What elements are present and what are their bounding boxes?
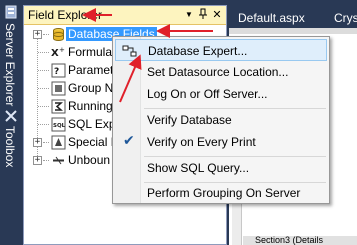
svg-text:?: ? — [54, 67, 59, 77]
tree-connector — [43, 34, 49, 35]
ruler — [229, 28, 357, 34]
tree-connector — [38, 124, 49, 125]
pin-icon[interactable] — [196, 8, 210, 22]
parameter-icon: ? — [51, 63, 66, 78]
svg-text:SQL: SQL — [53, 123, 66, 129]
tree-connector — [38, 70, 49, 71]
tree-connector — [38, 106, 49, 107]
toolbox-label: Toolbox — [3, 126, 17, 168]
server-explorer-icon — [4, 5, 18, 19]
menu-item-label: Verify on Every Print — [147, 135, 256, 149]
menu-item-verify-on-every-print[interactable]: ✔ Verify on Every Print — [115, 131, 327, 153]
tree-item-label: Formula — [68, 45, 113, 59]
field-explorer-titlebar: Field Explorer ▼ ✕ — [24, 6, 226, 25]
toolbox-icon — [4, 109, 18, 123]
menu-item-set-datasource-location[interactable]: Set Datasource Location... — [115, 61, 327, 83]
server-explorer-label: Server Explorer — [3, 23, 17, 107]
menu-item-label: Database Expert... — [148, 44, 248, 58]
unbound-icon — [51, 153, 66, 168]
menu-item-log-on-off-server[interactable]: Log On or Off Server... — [115, 83, 327, 105]
menu-item-verify-database[interactable]: Verify Database — [115, 109, 327, 131]
formula-icon: X + — [51, 45, 66, 60]
section-details-label: Section3 (Details — [255, 236, 324, 245]
menu-item-label: Show SQL Query... — [147, 161, 250, 175]
tab-default-aspx-label: Default.aspx — [238, 11, 305, 25]
section-details-bar[interactable]: Section3 (Details — [243, 236, 357, 245]
menu-item-show-sql-query[interactable]: Show SQL Query... — [115, 157, 327, 179]
context-menu: Database Expert... Set Datasource Locati… — [112, 36, 330, 204]
expand-icon[interactable]: + — [33, 30, 42, 39]
tree-connector — [38, 52, 49, 53]
menu-item-label: Verify Database — [147, 113, 232, 127]
panel-dropdown-icon[interactable]: ▼ — [182, 8, 196, 22]
tree-item-label: Paramet — [68, 63, 114, 77]
tree-connector — [43, 142, 49, 143]
toolbox-tab[interactable]: Toolbox — [1, 106, 21, 176]
tree-connector — [43, 160, 49, 161]
checkmark-icon: ✔ — [123, 133, 135, 149]
tree-item-label: Group N — [68, 81, 114, 95]
sql-icon: SQL — [51, 117, 66, 132]
tree-item-label: Unboun — [68, 153, 111, 167]
database-expert-icon — [122, 43, 138, 59]
menu-item-label: Set Datasource Location... — [147, 65, 289, 79]
menu-item-label: Perform Grouping On Server — [147, 186, 301, 200]
tree-item-label: Running — [68, 99, 113, 113]
menu-item-perform-grouping-on-server[interactable]: Perform Grouping On Server — [115, 182, 327, 204]
tree-item-label: Special F — [68, 135, 119, 149]
group-icon — [51, 81, 66, 96]
tab-default-aspx[interactable]: Default.aspx — [233, 6, 310, 30]
expand-icon[interactable]: + — [33, 138, 42, 147]
tab-crystal-report[interactable]: Cryst — [329, 6, 357, 30]
close-icon[interactable]: ✕ — [210, 8, 224, 22]
svg-text:X: X — [51, 48, 59, 59]
svg-text:+: + — [59, 46, 65, 54]
field-explorer-title: Field Explorer — [28, 8, 103, 22]
menu-item-database-expert[interactable]: Database Expert... — [115, 39, 327, 61]
tree-item-label: SQL Exp — [68, 117, 116, 131]
expand-icon[interactable]: + — [33, 156, 42, 165]
database-icon — [51, 27, 66, 42]
left-tool-strip: Server Explorer Toolbox — [0, 0, 22, 245]
menu-item-label: Log On or Off Server... — [147, 87, 268, 101]
running-total-icon — [51, 99, 66, 114]
special-field-icon — [51, 135, 66, 150]
server-explorer-tab[interactable]: Server Explorer — [1, 3, 21, 123]
tree-connector — [38, 88, 49, 89]
tab-crystal-report-label: Cryst — [334, 11, 357, 25]
